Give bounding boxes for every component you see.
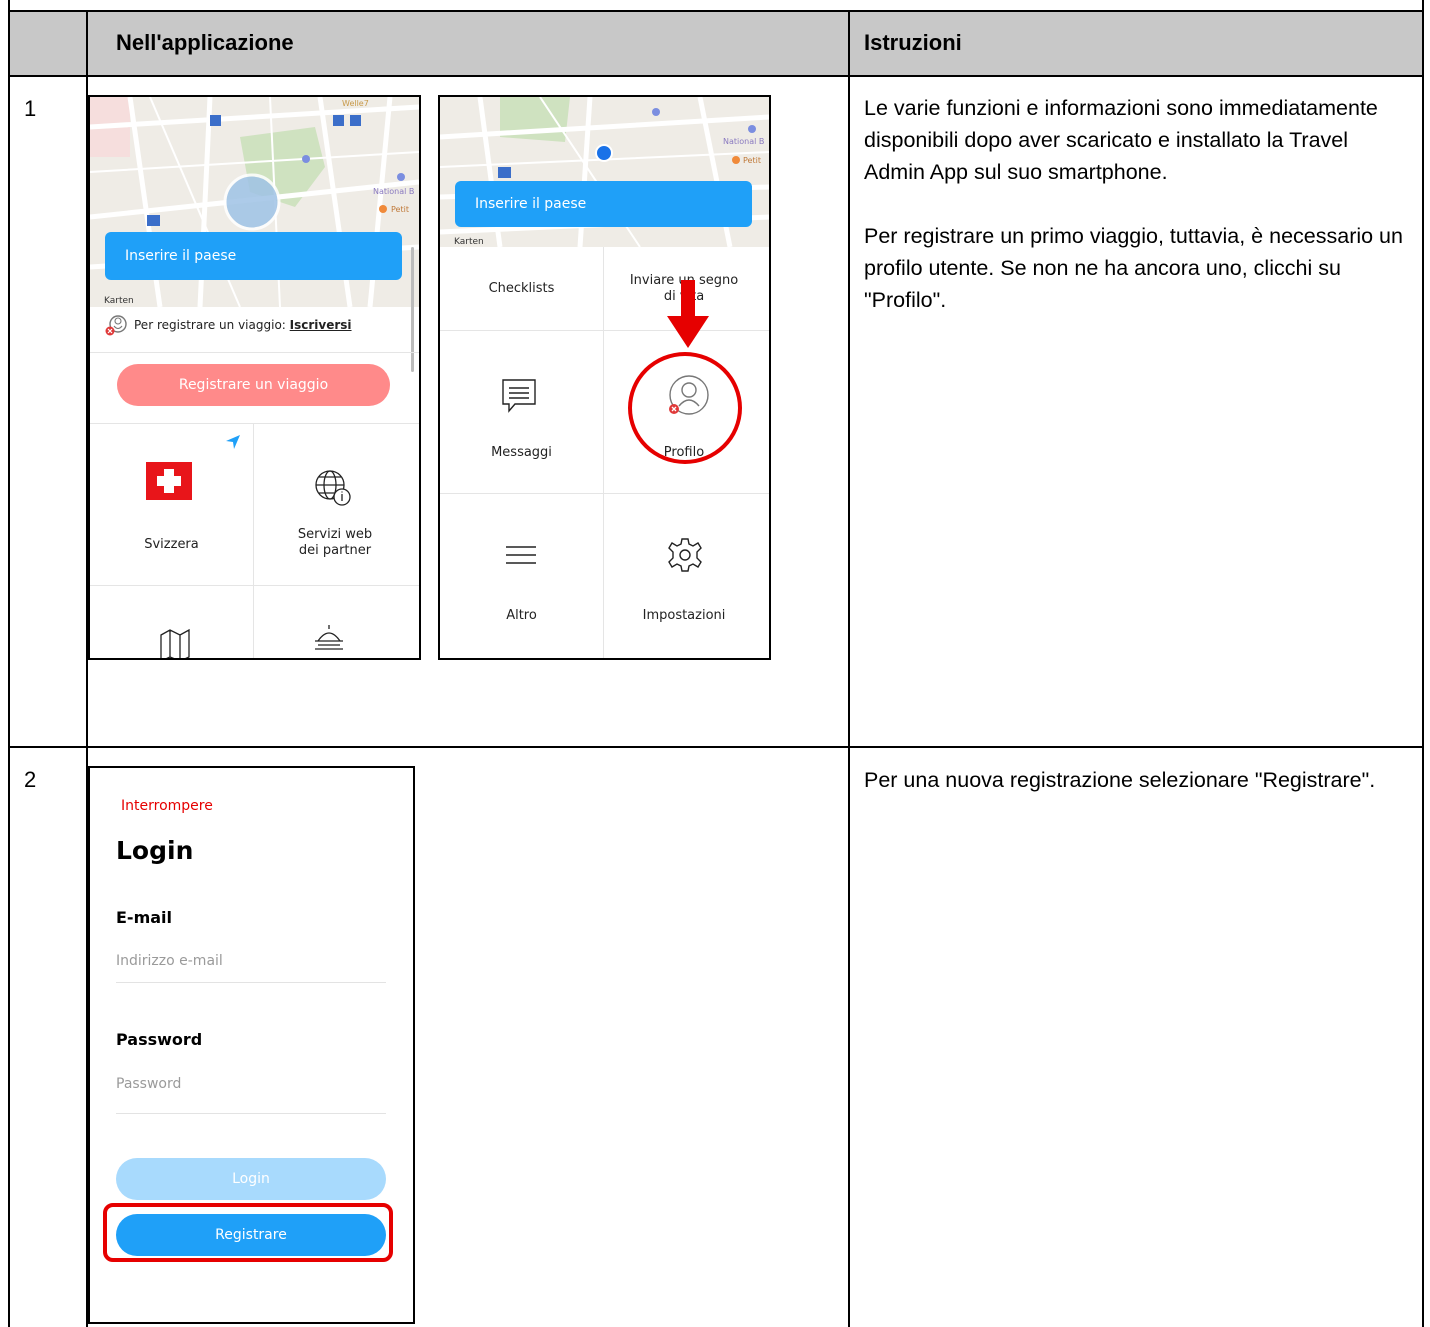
table-border xyxy=(8,75,1424,77)
register-link[interactable]: Iscriversi xyxy=(290,318,352,332)
profile-warning-icon xyxy=(104,314,128,338)
instructions-row-1: Le varie funzioni e informazioni sono im… xyxy=(864,92,1404,348)
table-border xyxy=(8,746,1424,748)
swiss-flag-icon xyxy=(146,462,192,500)
divider xyxy=(440,330,769,331)
phone-screenshot-home: Welle7 National B Petit Karten Inserire … xyxy=(88,95,421,660)
map-label: Welle7 xyxy=(342,99,369,108)
message-icon xyxy=(500,377,540,417)
red-circle-annotation xyxy=(628,352,742,464)
red-arrow-annotation xyxy=(665,280,711,350)
divider xyxy=(90,352,419,353)
red-highlight-annotation xyxy=(103,1203,393,1262)
table-border xyxy=(1422,0,1424,1327)
instruction-paragraph: Per registrare un primo viaggio, tuttavi… xyxy=(864,224,1403,312)
tile-label[interactable]: Messaggi xyxy=(440,445,603,460)
embassy-icon xyxy=(312,623,346,658)
register-prompt-text: Per registrare un viaggio: xyxy=(134,318,286,332)
tile-label[interactable]: Checklists xyxy=(440,281,603,296)
map-label: Petit xyxy=(391,205,409,214)
cancel-link[interactable]: Interrompere xyxy=(121,798,213,814)
country-input-button[interactable]: Inserire il paese xyxy=(105,232,402,280)
divider xyxy=(253,423,254,658)
map-label: Karten xyxy=(104,296,134,306)
map-label: National B xyxy=(723,137,765,146)
globe-info-icon xyxy=(312,467,356,511)
tile-label[interactable]: Servizi web dei partner xyxy=(290,527,380,559)
divider xyxy=(603,247,604,658)
register-prompt: Per registrare un viaggio: Iscriversi xyxy=(134,318,352,332)
table-border xyxy=(8,10,1424,12)
map-book-icon xyxy=(158,627,192,658)
login-button[interactable]: Login xyxy=(116,1158,386,1200)
divider xyxy=(90,585,419,586)
column-header-instructions: Istruzioni xyxy=(864,30,962,55)
menu-lines-icon xyxy=(504,545,538,565)
column-header-app: Nell'applicazione xyxy=(116,30,294,55)
tile-label[interactable]: Impostazioni xyxy=(624,608,744,623)
instruction-paragraph: Per una nuova registrazione selezionare … xyxy=(864,768,1376,792)
tile-label[interactable]: Svizzera xyxy=(90,537,253,552)
password-label: Password xyxy=(116,1030,203,1049)
map-label: National B xyxy=(373,187,415,196)
password-field[interactable]: Password xyxy=(116,1076,386,1114)
email-field[interactable]: Indirizzo e-mail xyxy=(116,953,386,983)
tile-label[interactable]: Altro xyxy=(440,608,603,623)
row-number: 1 xyxy=(24,96,37,121)
email-label: E-mail xyxy=(116,908,173,927)
map-label: Petit xyxy=(743,156,761,165)
scroll-indicator xyxy=(411,247,414,372)
divider xyxy=(90,423,419,424)
country-input-button[interactable]: Inserire il paese xyxy=(455,181,752,227)
instruction-paragraph: Le varie funzioni e informazioni sono im… xyxy=(864,96,1378,184)
register-trip-button[interactable]: Registrare un viaggio xyxy=(117,364,390,406)
table-border xyxy=(848,10,850,1327)
table-border xyxy=(8,0,10,1327)
location-arrow-icon xyxy=(224,433,242,451)
map-label: Karten xyxy=(454,237,484,247)
login-title: Login xyxy=(116,836,194,865)
divider xyxy=(440,493,769,494)
gear-icon xyxy=(667,537,703,573)
instructions-row-2: Per una nuova registrazione selezionare … xyxy=(864,764,1404,828)
row-number: 2 xyxy=(24,767,37,792)
